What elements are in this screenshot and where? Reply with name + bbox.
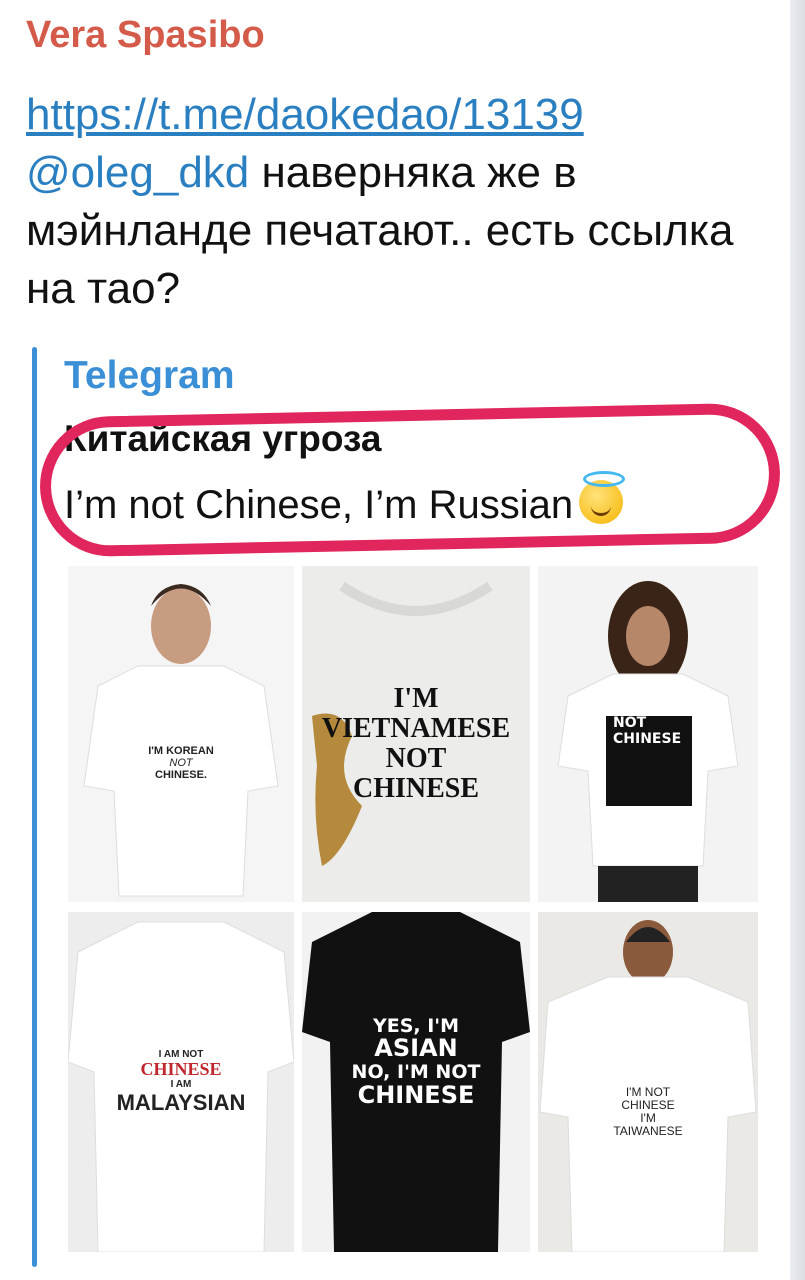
preview-image-collage[interactable]: I'M KOREAN NOT CHINESE. I'M VIETNAMESE N…: [68, 566, 758, 1252]
tshirt-line: CHINESE: [613, 730, 682, 747]
tshirt-line: CHINESE: [140, 1059, 222, 1080]
tshirt-line: CHINESE: [357, 1080, 475, 1109]
tshirt-line: I'M: [640, 1111, 656, 1125]
preview-site-name[interactable]: Telegram: [64, 354, 235, 398]
message-link[interactable]: https://t.me/daokedao/13139: [26, 86, 766, 144]
tshirt-1-print: I'M KOREAN NOT CHINESE.: [148, 745, 214, 782]
tshirt-2-print: I'M VIETNAMESE NOT CHINESE: [321, 682, 511, 805]
red-circle-annotation: [38, 402, 782, 558]
tshirt-image: I'M KOREAN NOT CHINESE.: [68, 566, 294, 902]
tshirt-line: YES, I'M: [372, 1014, 460, 1037]
tshirt-image: I'M VIETNAMESE NOT CHINESE: [302, 566, 530, 902]
tshirt-line: MALAYSIAN: [116, 1089, 246, 1115]
tshirt-image: I'M NOT CHINESE I'M TAIWANESE: [538, 912, 758, 1252]
tshirt-line: ASIAN: [374, 1034, 458, 1063]
tshirt-line: TAIWANESE: [613, 1123, 683, 1138]
tshirt-image: YES, I'M ASIAN NO, I'M NOT CHINESE: [302, 912, 530, 1252]
tshirt-line: NOT: [385, 743, 447, 774]
link-preview-bar: [32, 347, 37, 1267]
tshirt-4-print: I AM NOT CHINESE I AM MALAYSIAN: [116, 1049, 246, 1115]
tshirt-line: CHINESE: [352, 773, 480, 805]
message-text: https://t.me/daokedao/13139 @oleg_dkd на…: [26, 86, 766, 318]
tshirt-6-print: I'M NOT CHINESE I'M TAIWANESE: [613, 1086, 682, 1138]
tshirt-line: CHINESE.: [155, 768, 207, 781]
tshirt-image: I AM NOT CHINESE: [538, 566, 758, 902]
tshirt-image: I AM NOT CHINESE I AM MALAYSIAN: [68, 912, 294, 1252]
sender-name[interactable]: Vera Spasibo: [26, 14, 265, 57]
tshirt-line: NO, I'M NOT: [351, 1061, 481, 1083]
tshirt-line: I AM: [613, 700, 648, 717]
chat-background-edge: [790, 0, 805, 1280]
tshirt-line: I'M: [393, 682, 439, 714]
tshirt-line: VIETNAMESE: [321, 712, 511, 744]
tshirt-5-print: YES, I'M ASIAN NO, I'M NOT CHINESE: [352, 1016, 481, 1109]
tshirt-line: NOT: [613, 715, 647, 732]
message-bubble: Vera Spasibo https://t.me/daokedao/13139…: [0, 0, 790, 1280]
tshirt-3-print: I AM NOT CHINESE: [613, 701, 683, 746]
user-mention[interactable]: @oleg_dkd: [26, 148, 249, 197]
